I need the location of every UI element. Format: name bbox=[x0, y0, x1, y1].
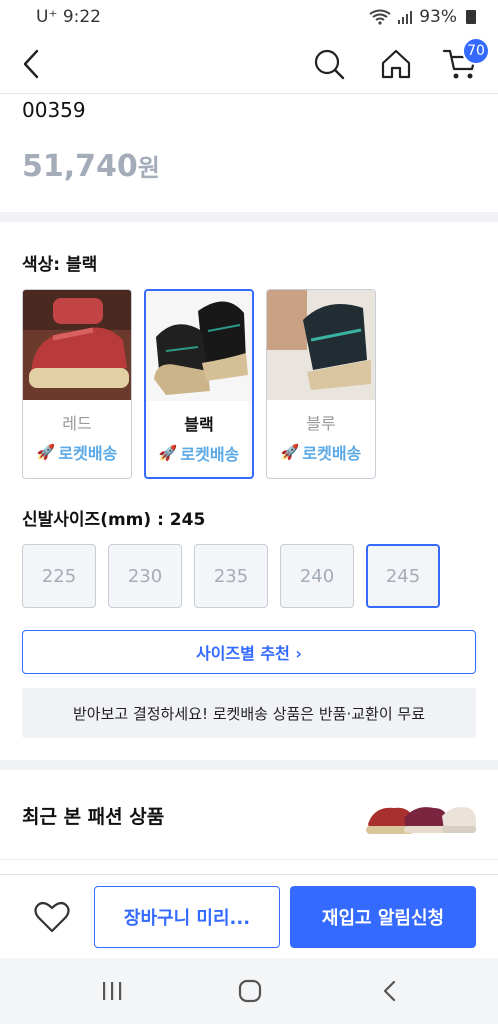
home-icon bbox=[381, 49, 411, 79]
rocket-delivery-badge: 🚀 로켓배송 bbox=[23, 440, 131, 464]
size-option-label: 신발사이즈(mm) : 245 bbox=[22, 510, 206, 530]
rocket-delivery-label: 로켓배송 bbox=[180, 445, 240, 464]
back-chevron-icon bbox=[383, 980, 396, 1002]
section-divider bbox=[0, 760, 498, 770]
product-thumbnail-red bbox=[23, 290, 131, 400]
section-divider bbox=[0, 212, 498, 222]
recently-viewed-thumbnails bbox=[364, 794, 478, 838]
status-icons: 93% bbox=[369, 7, 476, 27]
rocket-delivery-badge: 🚀 로켓배송 bbox=[146, 441, 252, 465]
carrier-time: U⁺ 9:22 bbox=[36, 7, 101, 27]
system-navigation-bar bbox=[0, 958, 498, 1024]
back-icon bbox=[23, 49, 39, 79]
heart-icon bbox=[34, 901, 70, 933]
status-bar: U⁺ 9:22 93% bbox=[0, 0, 498, 34]
recent-apps-icon bbox=[103, 982, 122, 1000]
home-button[interactable] bbox=[376, 44, 416, 84]
cart-count-badge: 70 bbox=[462, 37, 490, 65]
wifi-icon bbox=[369, 9, 391, 25]
bottom-action-bar: 장바구니 미리... 재입고 알림신청 bbox=[0, 874, 498, 958]
wishlist-button[interactable] bbox=[30, 897, 74, 937]
search-icon bbox=[314, 49, 345, 80]
rocket-delivery-badge: 🚀 로켓배송 bbox=[267, 440, 375, 464]
home-system-button[interactable] bbox=[230, 972, 270, 1010]
color-swatch-blue[interactable]: 블루 🚀 로켓배송 bbox=[266, 289, 376, 479]
rocket-return-notice: 받아보고 결정하세요! 로켓배송 상품은 반품·교환이 무료 bbox=[22, 688, 476, 738]
battery-percent: 93% bbox=[419, 7, 457, 27]
color-swatch-red[interactable]: 레드 🚀 로켓배송 bbox=[22, 289, 132, 479]
recently-viewed-row[interactable]: 최근 본 패션 상품 bbox=[0, 772, 498, 860]
add-to-cart-button[interactable]: 장바구니 미리... bbox=[94, 886, 280, 948]
color-option-label: 색상: 블랙 bbox=[22, 255, 98, 275]
rocket-delivery-label: 로켓배송 bbox=[302, 444, 362, 463]
signal-icon bbox=[398, 11, 413, 24]
size-recommend-button[interactable]: 사이즈별 추천 › bbox=[22, 630, 476, 674]
size-button-235[interactable]: 235 bbox=[194, 544, 268, 608]
product-thumbnail-black bbox=[146, 291, 252, 401]
size-button-245[interactable]: 245 bbox=[366, 544, 440, 608]
product-price: 51,740원 bbox=[22, 148, 160, 184]
swatch-name: 레드 bbox=[62, 414, 92, 433]
product-code: 00359 bbox=[22, 98, 86, 122]
back-system-button[interactable] bbox=[370, 972, 410, 1010]
rocket-icon: 🚀 bbox=[280, 443, 300, 461]
color-swatch-black[interactable]: 블랙 🚀 로켓배송 bbox=[144, 289, 254, 479]
top-navigation bbox=[0, 34, 498, 94]
size-button-240[interactable]: 240 bbox=[280, 544, 354, 608]
price-currency: 원 bbox=[137, 154, 160, 182]
rocket-icon: 🚀 bbox=[158, 444, 178, 462]
recent-apps-button[interactable] bbox=[92, 972, 132, 1010]
search-button[interactable] bbox=[309, 44, 349, 84]
back-button[interactable] bbox=[12, 44, 52, 84]
rocket-icon: 🚀 bbox=[36, 443, 56, 461]
product-thumbnail-blue bbox=[267, 290, 375, 400]
recently-viewed-title: 최근 본 패션 상품 bbox=[22, 806, 165, 828]
size-button-225[interactable]: 225 bbox=[22, 544, 96, 608]
battery-icon bbox=[466, 10, 476, 24]
home-circle-icon bbox=[238, 979, 262, 1003]
swatch-name: 블랙 bbox=[184, 415, 214, 434]
swatch-name: 블루 bbox=[306, 414, 336, 433]
rocket-delivery-label: 로켓배송 bbox=[58, 444, 118, 463]
size-button-230[interactable]: 230 bbox=[108, 544, 182, 608]
restock-alert-button[interactable]: 재입고 알림신청 bbox=[290, 886, 476, 948]
price-value: 51,740 bbox=[22, 149, 138, 184]
